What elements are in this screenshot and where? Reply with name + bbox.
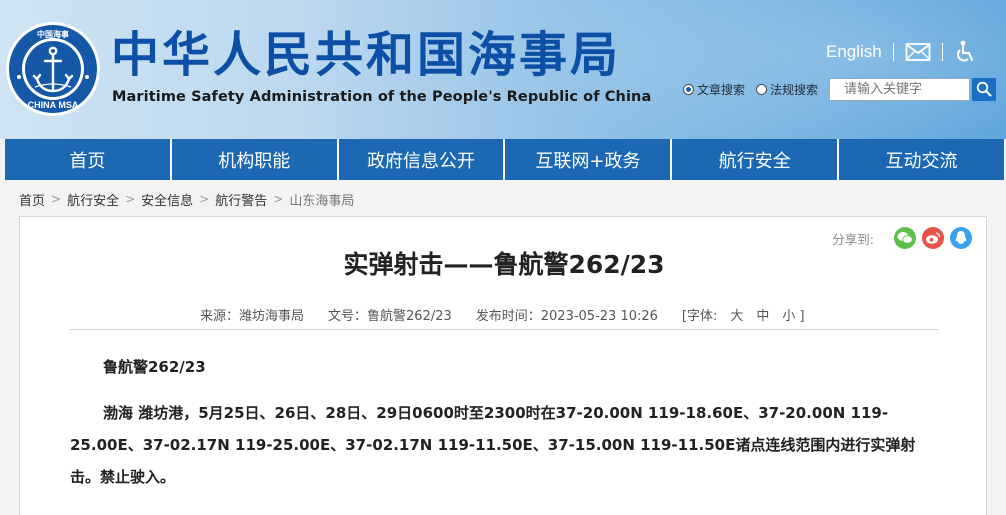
divider — [70, 329, 938, 330]
site-title[interactable]: 中华人民共和国海事局 — [111, 28, 621, 82]
nav-item-navigation-safety[interactable]: 航行安全 — [672, 139, 840, 180]
nav-item-gov-info[interactable]: 政府信息公开 — [338, 139, 506, 180]
nav-item-home[interactable]: 首页 — [5, 139, 172, 180]
breadcrumb-home[interactable]: 首页 — [19, 190, 45, 209]
accessibility-icon[interactable] — [954, 40, 976, 64]
main-nav: 首页 机构职能 政府信息公开 互联网+政务 航行安全 互动交流 — [5, 139, 1004, 180]
nav-item-interaction[interactable]: 互动交流 — [839, 139, 1004, 180]
chevron-right-icon: > — [125, 192, 136, 206]
chevron-right-icon: > — [273, 192, 284, 206]
meta-doc-number: 文号：鲁航警262/23 — [328, 309, 452, 324]
meta-publish-date: 发布时间：2023-05-23 10:26 — [475, 309, 658, 324]
search-icon — [976, 81, 992, 97]
separator — [892, 43, 894, 61]
logo-text-bottom: CHINA MSA — [28, 100, 79, 110]
radio-article[interactable] — [683, 83, 694, 95]
article-meta: 来源：潍坊海事局 文号：鲁航警262/23 发布时间：2023-05-23 10… — [200, 305, 805, 324]
top-links: English — [826, 38, 976, 66]
site-subtitle: Maritime Safety Administration of the Pe… — [112, 89, 652, 105]
chevron-right-icon: > — [199, 192, 210, 206]
msa-logo[interactable]: 中国海事 CHINA MSA — [5, 21, 101, 117]
search-option-label: 文章搜索 — [697, 82, 746, 97]
mail-icon[interactable] — [905, 42, 931, 62]
search-type-regulation[interactable]: 法规搜索 — [756, 81, 818, 98]
article-panel: 分享到: 实弹射击——鲁航警262/23 来源：潍坊海事局 文号：鲁航警262/… — [19, 216, 987, 515]
site-header: 中国海事 CHINA MSA 中华人民共和国海事局 Maritime Safet… — [0, 0, 1006, 139]
nav-item-functions[interactable]: 机构职能 — [171, 139, 339, 180]
meta-source: 来源：潍坊海事局 — [200, 309, 305, 324]
article-body: 渤海 潍坊港，5月25日、26日、28日、29日0600时至2300时在37-2… — [70, 404, 916, 486]
breadcrumb-shandong-msa[interactable]: 山东海事局 — [289, 190, 354, 209]
search-button[interactable] — [972, 77, 997, 101]
search-bar: 文章搜索 法规搜索 — [683, 77, 997, 101]
nav-item-internet-gov[interactable]: 互联网+政务 — [505, 139, 673, 180]
breadcrumb-nav-warnings[interactable]: 航行警告 — [215, 190, 267, 209]
search-option-label: 法规搜索 — [770, 82, 819, 97]
radio-regulation[interactable] — [756, 83, 768, 95]
breadcrumb: 首页 > 航行安全 > 安全信息 > 航行警告 > 山东海事局 — [19, 190, 354, 209]
article-title: 实弹射击——鲁航警262/23 — [343, 250, 665, 279]
breadcrumb-navigation-safety[interactable]: 航行安全 — [67, 190, 119, 209]
logo-text-top: 中国海事 — [37, 29, 69, 39]
font-size-control[interactable]: [字体: 大 中 小 ] — [682, 305, 805, 324]
search-type-article[interactable]: 文章搜索 — [683, 81, 745, 98]
english-link[interactable]: English — [826, 42, 882, 62]
article-doc-number: 鲁航警262/23 — [103, 358, 206, 376]
chevron-right-icon: > — [51, 192, 62, 206]
search-input[interactable] — [829, 77, 971, 101]
separator — [941, 43, 943, 61]
breadcrumb-safety-info[interactable]: 安全信息 — [141, 190, 193, 209]
